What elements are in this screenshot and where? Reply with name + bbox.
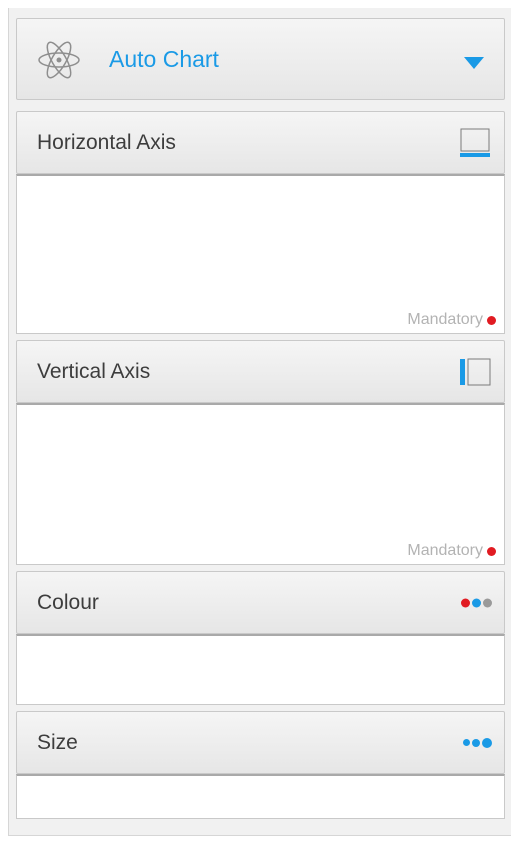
colour-header: Colour	[16, 571, 505, 634]
vertical-axis-mandatory: Mandatory	[407, 542, 496, 560]
caret-down-icon[interactable]	[464, 56, 484, 74]
colour-dropzone[interactable]	[16, 634, 505, 705]
size-dropzone[interactable]	[16, 774, 505, 819]
horizontal-axis-title: Horizontal Axis	[37, 130, 176, 154]
vertical-axis-header: Vertical Axis	[16, 340, 505, 403]
mandatory-label: Mandatory	[407, 311, 483, 328]
size-header: Size	[16, 711, 505, 774]
vertical-axis-icon	[460, 357, 492, 387]
mandatory-label: Mandatory	[407, 542, 483, 559]
colour-dots-icon	[461, 598, 492, 607]
horizontal-axis-icon	[460, 128, 492, 158]
atom-icon	[37, 38, 81, 87]
vertical-axis-dropzone[interactable]: Mandatory	[16, 403, 505, 565]
size-dots-icon	[463, 737, 492, 748]
mandatory-dot-icon	[487, 315, 496, 325]
horizontal-axis-header: Horizontal Axis	[16, 111, 505, 174]
size-title: Size	[37, 730, 78, 754]
horizontal-axis-dropzone[interactable]: Mandatory	[16, 174, 505, 334]
chart-type-selector[interactable]: Auto Chart	[16, 18, 505, 100]
horizontal-axis-mandatory: Mandatory	[407, 311, 496, 329]
mandatory-dot-icon	[487, 546, 496, 556]
colour-title: Colour	[37, 590, 99, 614]
vertical-axis-title: Vertical Axis	[37, 359, 151, 383]
chart-type-label: Auto Chart	[109, 45, 219, 72]
